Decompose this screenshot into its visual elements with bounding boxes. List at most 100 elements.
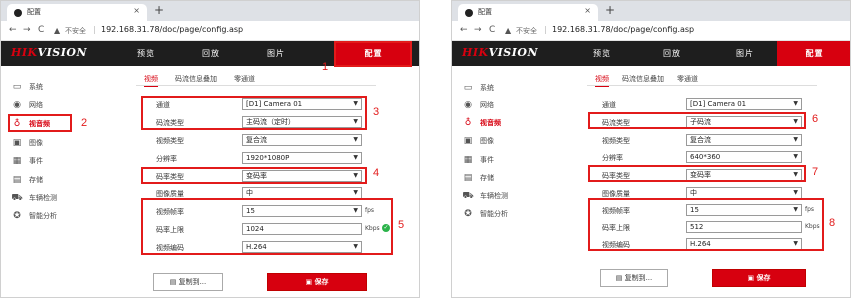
smart-analysis-icon: ✪	[13, 211, 21, 221]
save-icon: ▣	[747, 274, 757, 282]
chevron-down-icon: ▼	[793, 189, 798, 196]
resolution-select[interactable]: 1920*1080P ▼	[242, 152, 362, 164]
warning-icon[interactable]: ▲	[505, 26, 511, 35]
callout-box-5	[141, 198, 393, 255]
url-text[interactable]: 192.168.31.78/doc/page/config.asp	[552, 25, 694, 34]
logo-hik: HIK	[462, 46, 489, 59]
tab-title: 配置	[27, 8, 41, 16]
tab-title: 配置	[478, 8, 492, 16]
back-icon[interactable]: ←	[9, 25, 17, 35]
chevron-down-icon: ▼	[353, 136, 358, 143]
globe-icon: ◉	[464, 100, 472, 110]
sidebar-item-vehicle-detection[interactable]: ⛟ 车辆检测	[462, 189, 508, 203]
save-button[interactable]: ▣ 保存	[712, 269, 806, 287]
tab-close-icon[interactable]: ×	[133, 6, 140, 15]
reload-icon[interactable]: C	[489, 25, 495, 35]
save-button[interactable]: ▣ 保存	[267, 273, 367, 291]
callout-number-7: 7	[812, 166, 819, 178]
back-icon[interactable]: ←	[460, 25, 468, 35]
new-tab-icon[interactable]: +	[605, 3, 615, 17]
smart-analysis-icon: ✪	[464, 209, 472, 219]
tab-zero-channel[interactable]: 零通道	[677, 74, 698, 84]
sidebar-item-label: 车辆检测	[480, 192, 508, 200]
channel-value: [D1] Camera 01	[690, 100, 747, 108]
sidebar-item-system[interactable]: ▭ 系统	[11, 80, 43, 94]
storage-icon: ▤	[463, 173, 473, 183]
sidebar-item-image[interactable]: ▣ 图像	[11, 136, 43, 150]
sidebar-item-label: 智能分析	[480, 210, 508, 218]
sidebar-item-network[interactable]: ◉ 网络	[11, 98, 43, 112]
video-audio-icon: ♁	[464, 118, 472, 128]
sidebar-item-label: 存储	[480, 174, 494, 182]
insecure-label[interactable]: 不安全	[516, 26, 537, 36]
new-tab-icon[interactable]: +	[154, 3, 164, 17]
sidebar-item-image[interactable]: ▣ 图像	[462, 134, 494, 148]
callout-box-6	[588, 112, 806, 129]
menu-playback[interactable]: 回放	[186, 41, 236, 66]
warning-icon[interactable]: ▲	[54, 26, 60, 35]
sidebar-item-smart-analysis[interactable]: ✪ 智能分析	[11, 209, 57, 223]
tab-stream-overlay[interactable]: 码流信息叠加	[622, 74, 664, 84]
sidebar-item-event[interactable]: ▦ 事件	[11, 154, 43, 168]
monitor-icon: ▭	[463, 83, 473, 93]
browser-tab[interactable]: 配置 ×	[7, 4, 147, 21]
menu-playback[interactable]: 回放	[647, 41, 697, 66]
forward-icon[interactable]: →	[474, 25, 482, 35]
video-type-label: 视频类型	[156, 137, 184, 145]
left-screenshot: 配置 × + ← → C ▲ 不安全 | 192.168.31.78/doc/p…	[0, 0, 420, 298]
calendar-icon: ▦	[12, 156, 22, 166]
insecure-label[interactable]: 不安全	[65, 26, 86, 36]
resolution-value: 640*360	[690, 153, 721, 161]
channel-select[interactable]: [D1] Camera 01 ▼	[686, 98, 802, 110]
resolution-select[interactable]: 640*360 ▼	[686, 151, 802, 163]
app-header: HIKVISION 预览 回放 图片 配置	[452, 41, 850, 66]
forward-icon[interactable]: →	[23, 25, 31, 35]
sidebar-item-label: 网络	[29, 101, 43, 109]
callout-number-2: 2	[81, 117, 88, 129]
logo-vision: VISION	[488, 46, 539, 59]
copy-to-label: 复制到...	[624, 274, 653, 282]
sidebar-item-smart-analysis[interactable]: ✪ 智能分析	[462, 207, 508, 221]
sidebar-item-network[interactable]: ◉ 网络	[462, 98, 494, 112]
url-separator: |	[93, 25, 96, 34]
menu-preview[interactable]: 预览	[577, 41, 627, 66]
menu-picture[interactable]: 图片	[720, 41, 770, 66]
sidebar-item-storage[interactable]: ▤ 存储	[11, 173, 43, 187]
address-bar: ← → C ▲ 不安全 | 192.168.31.78/doc/page/con…	[1, 21, 419, 41]
logo-hik: HIK	[11, 46, 38, 59]
tab-close-icon[interactable]: ×	[584, 6, 591, 15]
callout-box-3	[141, 96, 367, 130]
sidebar-item-video-audio[interactable]: ♁ 视音频	[462, 116, 501, 130]
resolution-label: 分辨率	[156, 155, 177, 163]
url-text[interactable]: 192.168.31.78/doc/page/config.asp	[101, 25, 243, 34]
sidebar-item-label: 事件	[480, 156, 494, 164]
right-screenshot: 配置 × + ← → C ▲ 不安全 | 192.168.31.78/doc/p…	[451, 0, 851, 298]
tab-zero-channel[interactable]: 零通道	[234, 74, 255, 84]
copy-to-button[interactable]: ▤ 复制到...	[600, 269, 668, 287]
reload-icon[interactable]: C	[38, 25, 44, 35]
callout-number-1: 1	[322, 61, 329, 73]
sidebar-item-label: 存储	[29, 176, 43, 184]
sidebar-item-vehicle-detection[interactable]: ⛟ 车辆检测	[11, 191, 57, 205]
menu-picture[interactable]: 图片	[251, 41, 301, 66]
image-icon: ▣	[463, 136, 473, 146]
tab-stream-overlay[interactable]: 码流信息叠加	[175, 74, 217, 84]
chevron-down-icon: ▼	[793, 136, 798, 143]
video-type-select[interactable]: 复合流 ▼	[686, 134, 802, 146]
car-icon: ⛟	[11, 193, 23, 203]
browser-tab[interactable]: 配置 ×	[458, 4, 598, 21]
chevron-down-icon: ▼	[793, 153, 798, 160]
callout-number-5: 5	[398, 219, 405, 231]
sidebar-item-system[interactable]: ▭ 系统	[462, 81, 494, 95]
menu-config[interactable]: 配置	[777, 41, 850, 66]
callout-box-1	[334, 41, 412, 67]
callout-box-4	[141, 167, 367, 184]
sidebar-item-event[interactable]: ▦ 事件	[462, 153, 494, 167]
sidebar-item-storage[interactable]: ▤ 存储	[462, 171, 494, 185]
video-type-select[interactable]: 复合流 ▼	[242, 134, 362, 146]
browser-tab-bar: 配置 × +	[1, 1, 419, 21]
menu-preview[interactable]: 预览	[121, 41, 171, 66]
copy-to-button[interactable]: ▤ 复制到...	[153, 273, 223, 291]
car-icon: ⛟	[462, 191, 474, 201]
resolution-label: 分辨率	[602, 154, 623, 162]
